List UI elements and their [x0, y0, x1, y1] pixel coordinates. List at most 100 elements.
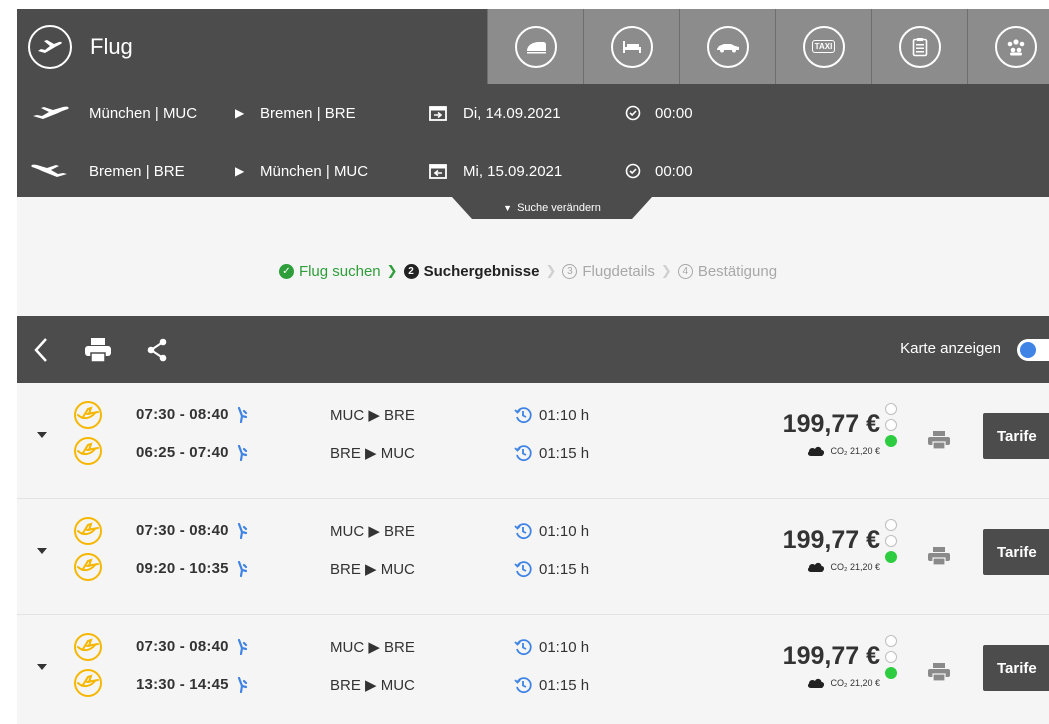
clock-icon [625, 93, 641, 133]
tab-checklist[interactable] [871, 9, 967, 84]
cloud-icon [808, 446, 825, 456]
duration-clock-icon [514, 523, 532, 540]
co2-compensation: CO₂ 21,20 € [807, 677, 880, 689]
share-icon[interactable] [145, 333, 169, 367]
step-confirmation: 4 Bestätigung [677, 263, 777, 280]
cloud-icon [808, 562, 825, 572]
expand-caret-icon[interactable] [37, 432, 47, 438]
return-leg: BRE ▶ MUC [330, 561, 415, 578]
seat-icon [237, 560, 247, 577]
landing-icon [29, 151, 69, 191]
return-date: Mi, 15.09.2021 [463, 162, 563, 180]
duration-text: 01:10 h [539, 638, 590, 656]
print-icon[interactable] [927, 546, 951, 566]
travel-mode-tabs: TAXI [487, 9, 1049, 84]
seat-icon [237, 444, 247, 461]
check-icon: ✓ [278, 263, 294, 279]
tariffs-button[interactable]: Tarife [983, 413, 1049, 459]
price: 199,77 € [782, 410, 880, 438]
step-separator: ❯ [545, 263, 557, 278]
duration-text: 01:15 h [539, 560, 590, 578]
back-icon[interactable] [31, 333, 51, 367]
co2-compensation: CO₂ 21,20 € [807, 561, 880, 573]
co2-compensation: CO₂ 21,20 € [807, 445, 880, 457]
co2-text: CO₂ 21,20 € [830, 678, 880, 688]
outbound-duration: 01:10 h [514, 638, 589, 656]
indicator-dot-active [885, 667, 897, 679]
return-destination: München | MUC [260, 162, 369, 180]
duration-text: 01:15 h [539, 676, 590, 694]
change-search-button[interactable]: ▼ Suche verändern [452, 197, 652, 219]
step-number: 2 [403, 263, 419, 279]
step-number: 4 [677, 263, 693, 279]
show-map-toggle[interactable] [1017, 339, 1049, 361]
indicator-dot [885, 419, 897, 431]
return-time: 00:00 [655, 162, 693, 180]
result-row[interactable]: 07:30 - 08:40 09:20 - 10:35 MUC ▶ BRE BR… [17, 499, 1049, 615]
indicator-dot [885, 651, 897, 663]
outbound-route[interactable]: München | MUC ▶ Bremen | BRE Di, 14.09.2… [17, 93, 917, 133]
taxi-label: TAXI [811, 40, 836, 53]
result-row[interactable]: 07:30 - 08:40 13:30 - 14:45 MUC ▶ BRE BR… [17, 615, 1049, 724]
tariffs-button[interactable]: Tarife [983, 529, 1049, 575]
return-duration: 01:15 h [514, 676, 589, 694]
outbound-time: 07:30 - 08:40 [136, 522, 248, 539]
seat-icon [237, 406, 247, 423]
print-icon[interactable] [927, 662, 951, 682]
lufthansa-logo-icon [74, 553, 102, 581]
seat-icon [237, 522, 247, 539]
step-label: Suchergebnisse [423, 262, 540, 280]
tab-hotel[interactable] [583, 9, 679, 84]
emission-indicator [885, 519, 899, 563]
step-flight-details: 3 Flugdetails [562, 263, 655, 280]
train-icon [514, 25, 557, 68]
step-number: 3 [562, 263, 578, 279]
plane-icon [28, 24, 72, 69]
outbound-leg: MUC ▶ BRE [330, 639, 415, 656]
outbound-destination: Bremen | BRE [260, 104, 356, 122]
emission-indicator [885, 403, 899, 447]
time-text: 09:20 - 10:35 [136, 560, 229, 577]
step-flight-search[interactable]: ✓ Flug suchen [278, 263, 381, 280]
tab-train[interactable] [487, 9, 583, 84]
brand: Flug [17, 9, 487, 84]
arrow-right-icon: ▶ [235, 164, 245, 178]
tab-car[interactable] [679, 9, 775, 84]
progress-steps: ✓ Flug suchen ❯ 2 Suchergebnisse ❯ 3 Flu… [17, 257, 1049, 285]
print-icon[interactable] [80, 333, 116, 367]
print-icon[interactable] [927, 430, 951, 450]
step-label: Flugdetails [582, 262, 655, 280]
taxi-icon: TAXI [802, 25, 845, 68]
step-separator: ❯ [386, 263, 398, 278]
results-toolbar: Karte anzeigen [17, 316, 1049, 383]
lufthansa-logo-icon [74, 401, 102, 429]
duration-clock-icon [514, 561, 532, 578]
tab-group[interactable] [967, 9, 1049, 84]
tariffs-button[interactable]: Tarife [983, 645, 1049, 691]
clipboard-icon [898, 25, 941, 68]
result-row[interactable]: 07:30 - 08:40 06:25 - 07:40 MUC ▶ BRE BR… [17, 383, 1049, 499]
time-text: 06:25 - 07:40 [136, 444, 229, 461]
time-text: 13:30 - 14:45 [136, 676, 229, 693]
return-leg: BRE ▶ MUC [330, 677, 415, 694]
return-route[interactable]: Bremen | BRE ▶ München | MUC Mi, 15.09.2… [17, 151, 917, 191]
expand-caret-icon[interactable] [37, 664, 47, 670]
outbound-duration: 01:10 h [514, 522, 589, 540]
app-frame: Flug TAXI München | MUC ▶ Bremen | BRE D… [17, 9, 1049, 724]
seat-icon [237, 638, 247, 655]
outbound-date: Di, 14.09.2021 [463, 104, 561, 122]
indicator-dot-active [885, 435, 897, 447]
seat-icon [237, 676, 247, 693]
price: 199,77 € [782, 526, 880, 554]
duration-clock-icon [514, 445, 532, 462]
indicator-dot [885, 403, 897, 415]
co2-text: CO₂ 21,20 € [830, 562, 880, 572]
car-icon [706, 25, 749, 68]
expand-caret-icon[interactable] [37, 548, 47, 554]
return-leg: BRE ▶ MUC [330, 445, 415, 462]
duration-clock-icon [514, 639, 532, 656]
triangle-down-icon: ▼ [503, 203, 513, 213]
results-list: 07:30 - 08:40 06:25 - 07:40 MUC ▶ BRE BR… [17, 383, 1049, 724]
tab-taxi[interactable]: TAXI [775, 9, 871, 84]
indicator-dot [885, 519, 897, 531]
